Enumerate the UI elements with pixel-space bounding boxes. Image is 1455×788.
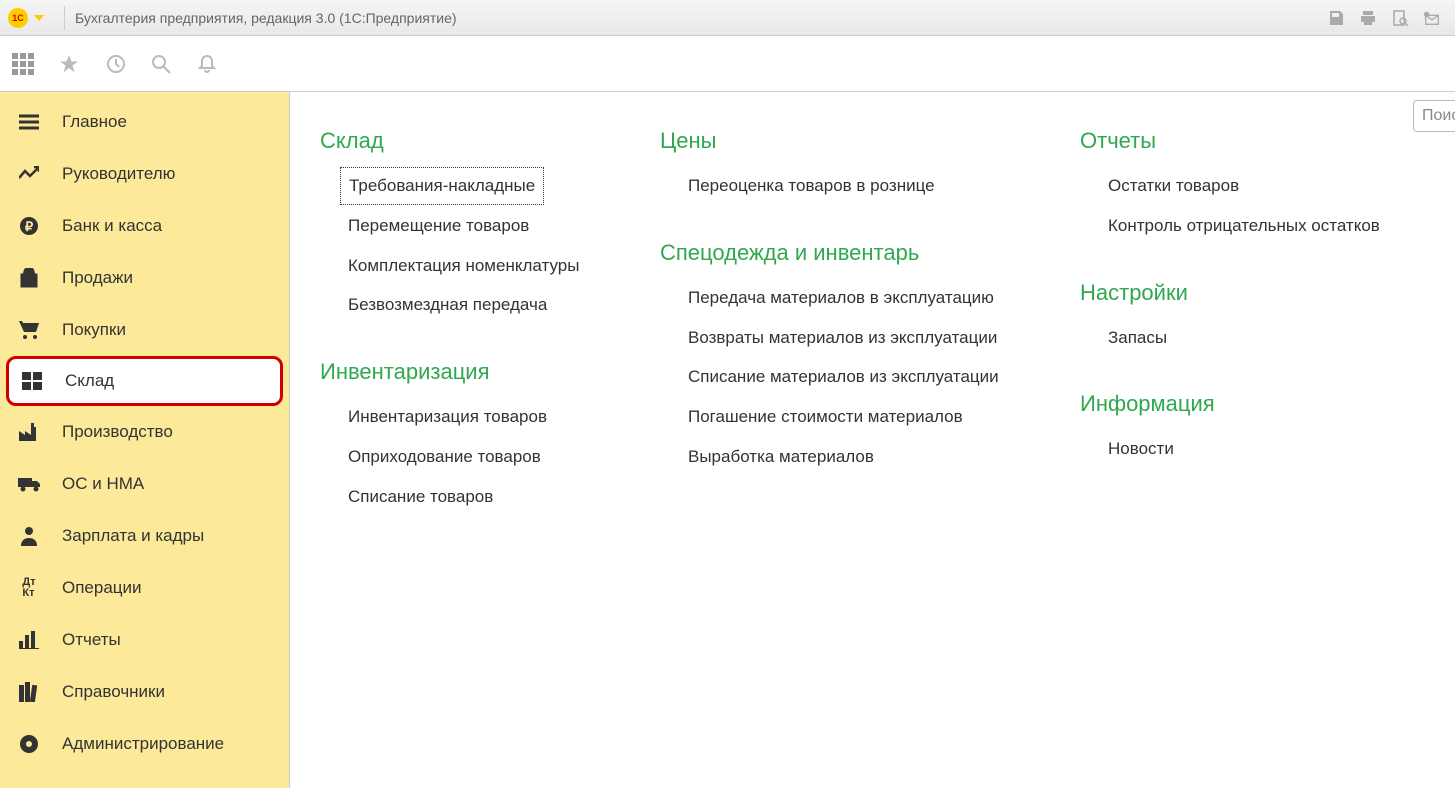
- section-settings: Настройки: [1080, 280, 1380, 306]
- truck-icon: [18, 476, 40, 492]
- link-free-transfer[interactable]: Безвозмездная передача: [348, 285, 640, 325]
- link-revaluation[interactable]: Переоценка товаров в рознице: [688, 166, 1060, 206]
- sidebar-item-label: Отчеты: [62, 630, 121, 650]
- sidebar-item-operations[interactable]: ДтКт Операции: [0, 562, 289, 614]
- titlebar: 1С Бухгалтерия предприятия, редакция 3.0…: [0, 0, 1455, 36]
- section-warehouse: Склад: [320, 128, 640, 154]
- section-reports: Отчеты: [1080, 128, 1380, 154]
- link-stocks[interactable]: Запасы: [1108, 318, 1380, 358]
- search-input[interactable]: Поис: [1413, 100, 1455, 132]
- search-icon[interactable]: [150, 53, 172, 75]
- link-negative-control[interactable]: Контроль отрицательных остатков: [1108, 206, 1380, 246]
- sidebar-item-label: ОС и НМА: [62, 474, 144, 494]
- sidebar-item-main[interactable]: Главное: [0, 96, 289, 148]
- link-writeoff-goods[interactable]: Списание товаров: [348, 477, 640, 517]
- shopping-bag-icon: [18, 268, 40, 288]
- history-icon[interactable]: [104, 53, 126, 75]
- sidebar-item-label: Руководителю: [62, 164, 175, 184]
- link-posting-goods[interactable]: Оприходование товаров: [348, 437, 640, 477]
- sidebar-item-sales[interactable]: Продажи: [0, 252, 289, 304]
- divider: [64, 6, 65, 30]
- sidebar-item-production[interactable]: Производство: [0, 406, 289, 458]
- link-transfer-materials[interactable]: Передача материалов в эксплуатацию: [688, 278, 1060, 318]
- link-writeoff-materials[interactable]: Списание материалов из эксплуатации: [688, 357, 1060, 397]
- person-icon: [18, 526, 40, 546]
- menu-icon: [18, 114, 40, 130]
- sidebar-item-bank[interactable]: ₽ Банк и касса: [0, 200, 289, 252]
- save-icon[interactable]: [1327, 9, 1345, 27]
- link-move-goods[interactable]: Перемещение товаров: [348, 206, 640, 246]
- link-inventory-goods[interactable]: Инвентаризация товаров: [348, 397, 640, 437]
- section-inventory: Инвентаризация: [320, 359, 640, 385]
- sidebar-item-manager[interactable]: Руководителю: [0, 148, 289, 200]
- gear-icon: [18, 734, 40, 754]
- bar-chart-icon: [18, 631, 40, 649]
- svg-text:₽: ₽: [25, 219, 34, 234]
- bell-icon[interactable]: [196, 53, 218, 75]
- cart-icon: [18, 320, 40, 340]
- star-icon[interactable]: [58, 53, 80, 75]
- sidebar-item-label: Производство: [62, 422, 173, 442]
- sidebar-item-label: Склад: [65, 371, 114, 391]
- sidebar-item-reports[interactable]: Отчеты: [0, 614, 289, 666]
- print-icon[interactable]: [1359, 9, 1377, 27]
- link-requirements[interactable]: Требования-накладные: [340, 167, 544, 205]
- sidebar-item-admin[interactable]: Администрирование: [0, 718, 289, 770]
- sidebar-item-label: Справочники: [62, 682, 165, 702]
- section-workwear: Спецодежда и инвентарь: [660, 240, 1060, 266]
- section-prices: Цены: [660, 128, 1060, 154]
- main-content: Поис Склад Требования-накладные Перемеще…: [290, 92, 1455, 788]
- factory-icon: [18, 423, 40, 441]
- chart-line-icon: [18, 166, 40, 182]
- sidebar-item-label: Зарплата и кадры: [62, 526, 204, 546]
- boxes-icon: [21, 372, 43, 390]
- apps-icon[interactable]: [12, 53, 34, 75]
- sidebar-item-assets[interactable]: ОС и НМА: [0, 458, 289, 510]
- section-info: Информация: [1080, 391, 1380, 417]
- debit-credit-icon: ДтКт: [18, 577, 40, 599]
- link-stock-balance[interactable]: Остатки товаров: [1108, 166, 1380, 206]
- sidebar-item-label: Продажи: [62, 268, 133, 288]
- dropdown-arrow-icon[interactable]: [34, 15, 44, 21]
- sidebar-item-catalogs[interactable]: Справочники: [0, 666, 289, 718]
- sidebar-item-label: Администрирование: [62, 734, 224, 754]
- app-logo-icon: 1С: [8, 8, 28, 28]
- toolbar: [0, 36, 1455, 92]
- preview-icon[interactable]: [1391, 9, 1409, 27]
- link-return-materials[interactable]: Возвраты материалов из эксплуатации: [688, 318, 1060, 358]
- link-news[interactable]: Новости: [1108, 429, 1380, 469]
- sidebar-item-warehouse[interactable]: Склад: [6, 356, 283, 406]
- link-repay-cost[interactable]: Погашение стоимости материалов: [688, 397, 1060, 437]
- link-assembly[interactable]: Комплектация номенклатуры: [348, 246, 640, 286]
- ruble-icon: ₽: [18, 216, 40, 236]
- sidebar-item-label: Покупки: [62, 320, 126, 340]
- sidebar-item-label: Банк и касса: [62, 216, 162, 236]
- sidebar-item-label: Операции: [62, 578, 142, 598]
- sidebar-item-hr[interactable]: Зарплата и кадры: [0, 510, 289, 562]
- window-title: Бухгалтерия предприятия, редакция 3.0 (1…: [75, 10, 1327, 26]
- sidebar-item-label: Главное: [62, 112, 127, 132]
- link-output-materials[interactable]: Выработка материалов: [688, 437, 1060, 477]
- mail-icon[interactable]: [1423, 9, 1441, 27]
- sidebar-item-purchases[interactable]: Покупки: [0, 304, 289, 356]
- books-icon: [18, 682, 40, 702]
- sidebar: Главное Руководителю ₽ Банк и касса Прод…: [0, 92, 290, 788]
